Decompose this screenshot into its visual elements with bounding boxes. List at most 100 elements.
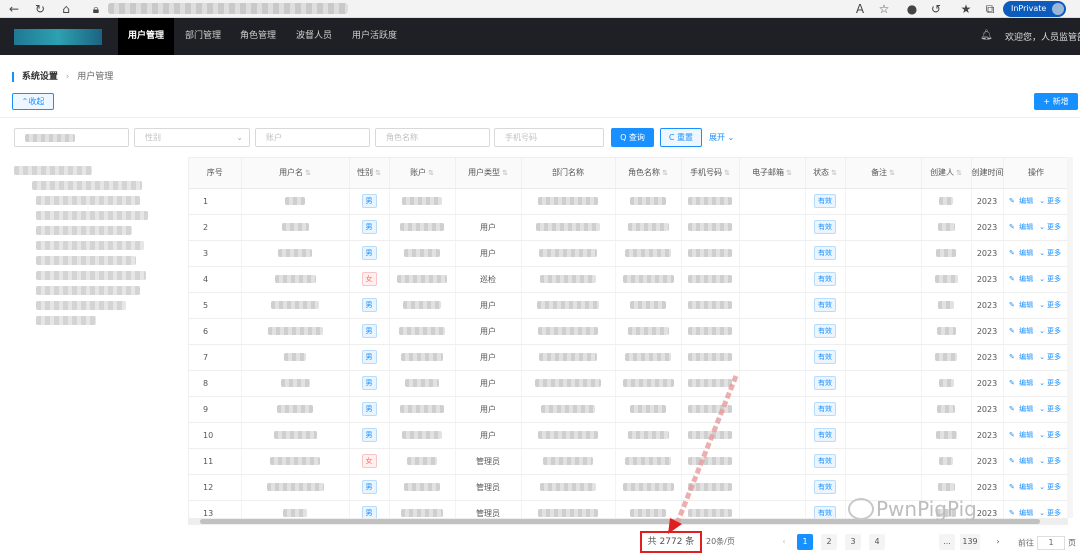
home-icon[interactable]: ⌂ bbox=[58, 1, 74, 17]
column-header[interactable]: 用户类型 ⇅ bbox=[455, 158, 522, 189]
more-button[interactable]: ⌄ 更多 bbox=[1039, 275, 1063, 283]
tree-node[interactable] bbox=[36, 256, 136, 265]
sync-icon[interactable]: ↺ bbox=[928, 1, 944, 17]
refresh-icon[interactable]: ↻ bbox=[32, 1, 48, 17]
more-button[interactable]: ⌄ 更多 bbox=[1039, 483, 1063, 491]
sort-icon[interactable]: ⇅ bbox=[831, 169, 837, 177]
reader-icon[interactable]: A bbox=[852, 1, 868, 17]
tree-node[interactable] bbox=[36, 226, 132, 235]
table-row[interactable]: 1 男 有效 2023 ✎ 编辑 ⌄ 更多 bbox=[189, 188, 1068, 215]
role-name-input[interactable]: 角色名称 bbox=[375, 128, 490, 147]
ellipsis[interactable]: ... bbox=[939, 534, 955, 550]
address-bar[interactable] bbox=[108, 3, 348, 14]
column-header[interactable]: 创建时间 bbox=[971, 158, 1004, 189]
table-row[interactable]: 7 男 用户 有效 2023 ✎ 编辑 ⌄ 更多 bbox=[189, 344, 1068, 371]
more-button[interactable]: ⌄ 更多 bbox=[1039, 249, 1063, 257]
reset-button[interactable]: C 重置 bbox=[660, 128, 702, 147]
table-row[interactable]: 9 男 用户 有效 2023 ✎ 编辑 ⌄ 更多 bbox=[189, 396, 1068, 423]
more-button[interactable]: ⌄ 更多 bbox=[1039, 457, 1063, 465]
breadcrumb-root[interactable]: 系统设置 bbox=[22, 72, 58, 82]
more-button[interactable]: ⌄ 更多 bbox=[1039, 509, 1063, 517]
edit-button[interactable]: ✎ 编辑 bbox=[1009, 379, 1035, 387]
edit-button[interactable]: ✎ 编辑 bbox=[1009, 431, 1035, 439]
more-button[interactable]: ⌄ 更多 bbox=[1039, 327, 1063, 335]
table-row[interactable]: 3 男 用户 有效 2023 ✎ 编辑 ⌄ 更多 bbox=[189, 240, 1068, 267]
table-row[interactable]: 8 男 用户 有效 2023 ✎ 编辑 ⌄ 更多 bbox=[189, 370, 1068, 397]
sort-icon[interactable]: ⇅ bbox=[956, 169, 962, 177]
edit-button[interactable]: ✎ 编辑 bbox=[1009, 301, 1035, 309]
column-header[interactable]: 角色名称 ⇅ bbox=[615, 158, 682, 189]
column-header[interactable]: 创建人 ⇅ bbox=[921, 158, 972, 189]
welcome-text[interactable]: 欢迎您，人员监管部 bbox=[1005, 30, 1080, 43]
tree-node[interactable] bbox=[36, 211, 148, 220]
sort-icon[interactable]: ⇅ bbox=[428, 169, 434, 177]
sort-icon[interactable]: ⇅ bbox=[375, 169, 381, 177]
name-filter-input[interactable] bbox=[14, 128, 129, 147]
expand-link[interactable]: 展开 ⌄ bbox=[709, 132, 734, 143]
account-input[interactable]: 账户 bbox=[255, 128, 370, 147]
sort-icon[interactable]: ⇅ bbox=[786, 169, 792, 177]
bell-icon[interactable]: 🔔︎ bbox=[980, 30, 993, 41]
tree-node[interactable] bbox=[36, 241, 144, 250]
table-row[interactable]: 5 男 用户 有效 2023 ✎ 编辑 ⌄ 更多 bbox=[189, 292, 1068, 319]
goto-input[interactable]: 1 bbox=[1037, 536, 1065, 550]
sort-icon[interactable]: ⇅ bbox=[662, 169, 668, 177]
vertical-scrollbar[interactable] bbox=[1067, 157, 1073, 518]
tree-node[interactable] bbox=[14, 166, 92, 175]
next-page-button[interactable]: › bbox=[990, 534, 1006, 550]
page-button[interactable]: 2 bbox=[821, 534, 837, 550]
more-button[interactable]: ⌄ 更多 bbox=[1039, 431, 1063, 439]
edit-button[interactable]: ✎ 编辑 bbox=[1009, 457, 1035, 465]
favorites-icon[interactable]: ★ bbox=[958, 1, 974, 17]
edit-button[interactable]: ✎ 编辑 bbox=[1009, 197, 1035, 205]
collapse-button[interactable]: ⌃收起 bbox=[12, 93, 54, 110]
sort-icon[interactable]: ⇅ bbox=[724, 169, 730, 177]
phone-input[interactable]: 手机号码 bbox=[494, 128, 604, 147]
page-button[interactable]: 3 bbox=[845, 534, 861, 550]
table-row[interactable]: 11 女 管理员 有效 2023 ✎ 编辑 ⌄ 更多 bbox=[189, 448, 1068, 475]
more-button[interactable]: ⌄ 更多 bbox=[1039, 301, 1063, 309]
edit-button[interactable]: ✎ 编辑 bbox=[1009, 405, 1035, 413]
tree-node[interactable] bbox=[36, 271, 146, 280]
table-row[interactable]: 10 男 用户 有效 2023 ✎ 编辑 ⌄ 更多 bbox=[189, 422, 1068, 449]
add-button[interactable]: + 新增 bbox=[1034, 93, 1078, 110]
more-button[interactable]: ⌄ 更多 bbox=[1039, 353, 1063, 361]
column-header[interactable]: 电子邮箱 ⇅ bbox=[739, 158, 806, 189]
sort-icon[interactable]: ⇅ bbox=[889, 169, 895, 177]
column-header[interactable]: 操作 bbox=[1003, 158, 1068, 189]
nav-item-department-management[interactable]: 部门管理 bbox=[185, 18, 221, 55]
more-button[interactable]: ⌄ 更多 bbox=[1039, 379, 1063, 387]
nav-item-role-management[interactable]: 角色管理 bbox=[240, 18, 276, 55]
page-size-select[interactable]: 20条/页 bbox=[706, 534, 760, 550]
tree-node[interactable] bbox=[36, 316, 96, 325]
prev-page-button[interactable]: ‹ bbox=[776, 534, 792, 550]
sort-icon[interactable]: ⇅ bbox=[305, 169, 311, 177]
tree-node[interactable] bbox=[36, 196, 140, 205]
page-button[interactable]: 139 bbox=[960, 534, 980, 550]
table-row[interactable]: 4 女 巡检 有效 2023 ✎ 编辑 ⌄ 更多 bbox=[189, 266, 1068, 293]
inprivate-badge[interactable]: InPrivate bbox=[1003, 1, 1067, 17]
column-header[interactable]: 账户 ⇅ bbox=[389, 158, 456, 189]
collections-icon[interactable]: ⧉ bbox=[982, 1, 998, 17]
edit-button[interactable]: ✎ 编辑 bbox=[1009, 353, 1035, 361]
tree-node[interactable] bbox=[36, 301, 126, 310]
edit-button[interactable]: ✎ 编辑 bbox=[1009, 483, 1035, 491]
sort-icon[interactable]: ⇅ bbox=[502, 169, 508, 177]
edit-button[interactable]: ✎ 编辑 bbox=[1009, 509, 1035, 517]
column-header[interactable]: 性别 ⇅ bbox=[349, 158, 390, 189]
edit-button[interactable]: ✎ 编辑 bbox=[1009, 275, 1035, 283]
table-row[interactable]: 2 男 用户 有效 2023 ✎ 编辑 ⌄ 更多 bbox=[189, 214, 1068, 241]
back-icon[interactable]: ← bbox=[6, 1, 22, 17]
nav-item-user-activity[interactable]: 用户活跃度 bbox=[352, 18, 397, 55]
column-header[interactable]: 用户名 ⇅ bbox=[241, 158, 350, 189]
page-button[interactable]: 4 bbox=[869, 534, 885, 550]
gender-select[interactable]: 性别 ⌄ bbox=[134, 128, 250, 147]
page-button[interactable]: 1 bbox=[797, 534, 813, 550]
column-header[interactable]: 状态 ⇅ bbox=[805, 158, 846, 189]
column-header[interactable]: 序号 bbox=[189, 158, 242, 189]
more-button[interactable]: ⌄ 更多 bbox=[1039, 197, 1063, 205]
column-header[interactable]: 备注 ⇅ bbox=[845, 158, 922, 189]
table-row[interactable]: 6 男 用户 有效 2023 ✎ 编辑 ⌄ 更多 bbox=[189, 318, 1068, 345]
column-header[interactable]: 部门名称 bbox=[521, 158, 616, 189]
edit-button[interactable]: ✎ 编辑 bbox=[1009, 327, 1035, 335]
